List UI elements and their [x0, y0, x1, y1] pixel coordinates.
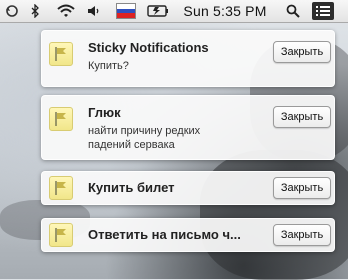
menu-bar: Sun 5:35 PM — [0, 0, 348, 23]
sync-icon[interactable] — [4, 0, 20, 22]
input-flag-icon[interactable] — [116, 0, 136, 22]
bluetooth-icon[interactable] — [29, 0, 41, 22]
close-button[interactable]: Закрыть — [273, 177, 331, 199]
flag-icon — [49, 107, 73, 131]
close-button[interactable]: Закрыть — [273, 224, 331, 246]
close-button[interactable]: Закрыть — [273, 106, 331, 128]
flag-icon — [49, 223, 73, 247]
notification-body: найти причину редких падений сервака — [88, 125, 201, 151]
notification-title: Купить билет — [88, 180, 175, 195]
notification-title: Глюк — [88, 105, 121, 120]
notification[interactable]: Глюк найти причину редких падений сервак… — [41, 95, 335, 160]
battery-icon[interactable] — [146, 0, 170, 22]
notification[interactable]: Ответить на письмо ч... Закрыть — [41, 218, 335, 252]
search-icon[interactable] — [285, 0, 301, 22]
notification[interactable]: Sticky Notifications Купить? Закрыть — [41, 30, 335, 87]
wifi-icon[interactable] — [56, 0, 76, 22]
volume-icon[interactable] — [86, 0, 102, 22]
notification-body: Купить? — [88, 60, 129, 72]
notification[interactable]: Купить билет Закрыть — [41, 171, 335, 205]
list-icon[interactable] — [312, 2, 334, 20]
close-button[interactable]: Закрыть — [273, 41, 331, 63]
clock[interactable]: Sun 5:35 PM — [180, 0, 270, 22]
notification-title: Sticky Notifications — [88, 40, 209, 55]
notification-title: Ответить на письмо ч... — [88, 227, 241, 242]
flag-icon — [49, 42, 73, 66]
flag-icon — [49, 176, 73, 200]
